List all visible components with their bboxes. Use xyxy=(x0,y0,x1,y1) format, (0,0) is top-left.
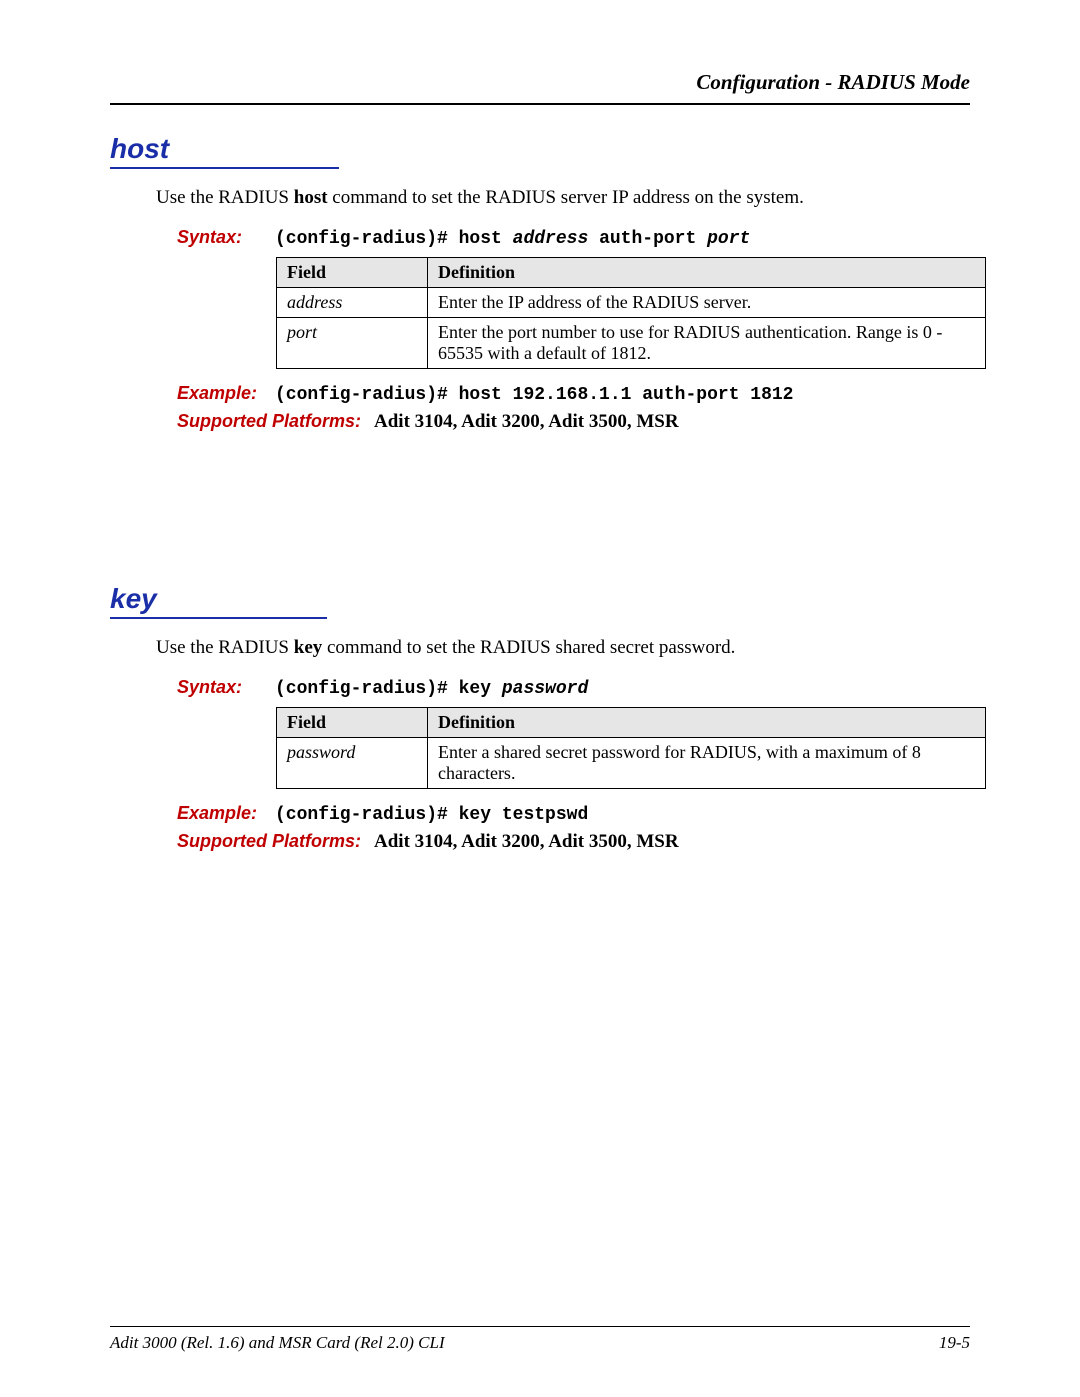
table-header-field: Field xyxy=(277,258,428,288)
table-cell-field: port xyxy=(277,318,428,369)
footer-right: 19-5 xyxy=(939,1333,970,1353)
host-example-row: Example: (config-radius)# host 192.168.1… xyxy=(177,383,970,405)
table-header-definition: Definition xyxy=(428,258,986,288)
example-label: Example: xyxy=(177,803,275,824)
syntax-text: (config-radius)# key xyxy=(275,679,502,699)
footer-left: Adit 3000 (Rel. 1.6) and MSR Card (Rel 2… xyxy=(110,1333,445,1353)
host-field-table: Field Definition address Enter the IP ad… xyxy=(276,257,986,369)
table-cell-definition: Enter a shared secret password for RADIU… xyxy=(428,738,986,789)
platforms-label: Supported Platforms: xyxy=(177,831,366,851)
table-cell-field: password xyxy=(277,738,428,789)
host-syntax: (config-radius)# host address auth-port … xyxy=(275,229,750,249)
syntax-text: auth-port xyxy=(588,229,707,249)
key-syntax-row: Syntax: (config-radius)# key password xyxy=(177,677,970,699)
text-fragment: command to set the RADIUS shared secret … xyxy=(322,637,735,658)
table-header-row: Field Definition xyxy=(277,258,986,288)
page-footer: Adit 3000 (Rel. 1.6) and MSR Card (Rel 2… xyxy=(110,1326,970,1353)
host-intro: Use the RADIUS host command to set the R… xyxy=(156,187,970,209)
table-cell-definition: Enter the IP address of the RADIUS serve… xyxy=(428,288,986,318)
host-heading-wrap: host xyxy=(110,133,970,169)
host-platforms-row: Supported Platforms: Adit 3104, Adit 320… xyxy=(177,411,970,433)
text-bold: host xyxy=(294,187,328,208)
table-cell-field: address xyxy=(277,288,428,318)
host-syntax-row: Syntax: (config-radius)# host address au… xyxy=(177,227,970,249)
table-header-definition: Definition xyxy=(428,708,986,738)
platforms-value: Adit 3104, Adit 3200, Adit 3500, MSR xyxy=(374,411,679,432)
table-cell-definition: Enter the port number to use for RADIUS … xyxy=(428,318,986,369)
key-intro: Use the RADIUS key command to set the RA… xyxy=(156,637,970,659)
syntax-label: Syntax: xyxy=(177,677,275,698)
text-fragment: command to set the RADIUS server IP addr… xyxy=(328,187,804,208)
platforms-label: Supported Platforms: xyxy=(177,411,366,431)
key-heading-wrap: key xyxy=(110,583,970,619)
key-platforms-row: Supported Platforms: Adit 3104, Adit 320… xyxy=(177,831,970,853)
table-row: port Enter the port number to use for RA… xyxy=(277,318,986,369)
syntax-arg: password xyxy=(502,679,588,699)
header-rule xyxy=(110,103,970,105)
text-fragment: Use the RADIUS xyxy=(156,637,294,658)
key-example: (config-radius)# key testpswd xyxy=(275,805,588,825)
table-row: password Enter a shared secret password … xyxy=(277,738,986,789)
running-header: Configuration - RADIUS Mode xyxy=(110,70,970,95)
syntax-arg: address xyxy=(513,229,589,249)
key-field-table: Field Definition password Enter a shared… xyxy=(276,707,986,789)
syntax-text: (config-radius)# host xyxy=(275,229,513,249)
page: Configuration - RADIUS Mode host Use the… xyxy=(0,0,1080,1397)
key-example-row: Example: (config-radius)# key testpswd xyxy=(177,803,970,825)
host-example: (config-radius)# host 192.168.1.1 auth-p… xyxy=(275,385,793,405)
key-syntax: (config-radius)# key password xyxy=(275,679,588,699)
section-gap xyxy=(110,433,970,583)
platforms-value: Adit 3104, Adit 3200, Adit 3500, MSR xyxy=(374,831,679,852)
syntax-arg: port xyxy=(707,229,750,249)
key-heading: key xyxy=(110,583,327,619)
text-bold: key xyxy=(294,637,323,658)
text-fragment: Use the RADIUS xyxy=(156,187,294,208)
table-row: address Enter the IP address of the RADI… xyxy=(277,288,986,318)
example-label: Example: xyxy=(177,383,275,404)
table-header-row: Field Definition xyxy=(277,708,986,738)
table-header-field: Field xyxy=(277,708,428,738)
host-heading: host xyxy=(110,133,339,169)
syntax-label: Syntax: xyxy=(177,227,275,248)
